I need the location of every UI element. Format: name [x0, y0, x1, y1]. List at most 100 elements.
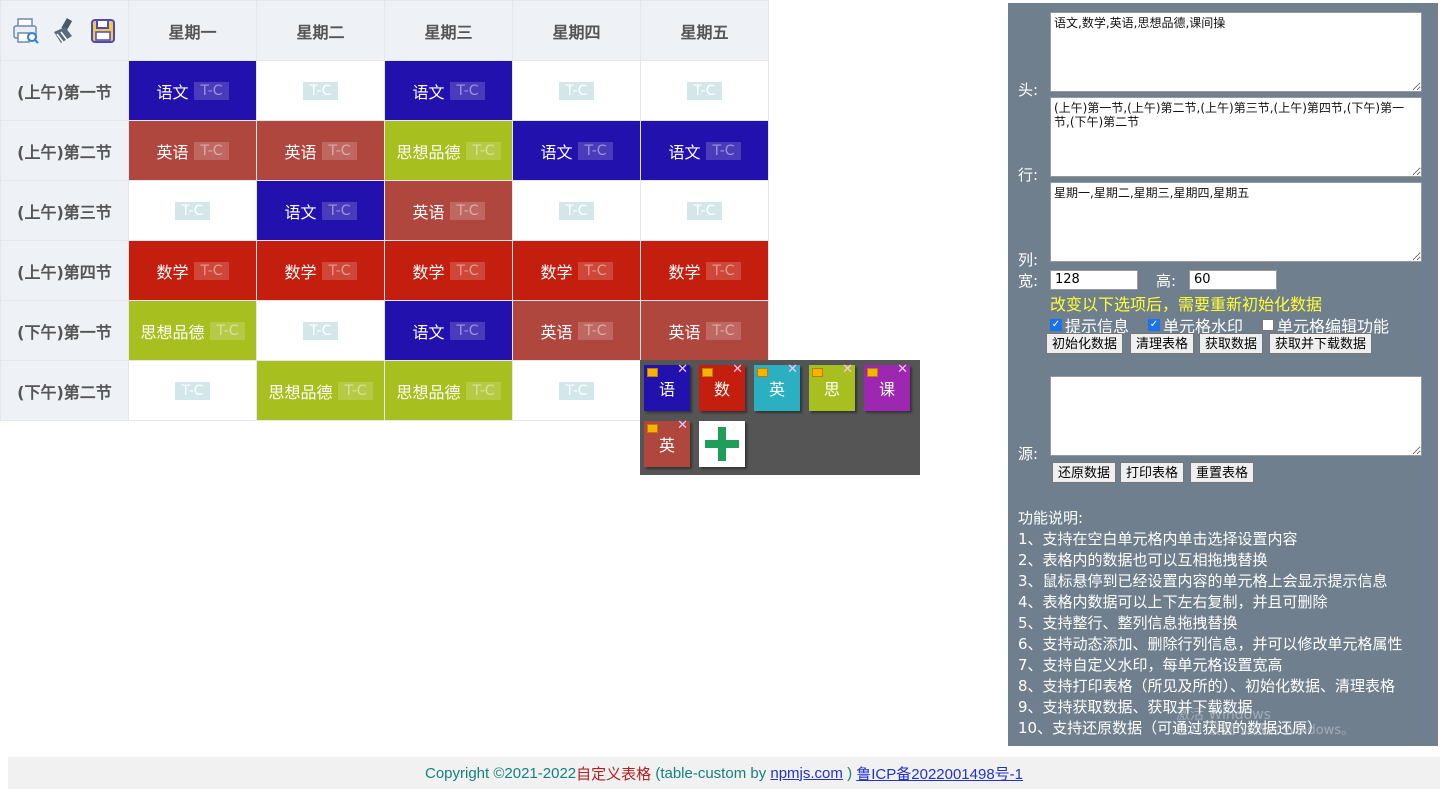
help-title: 功能说明:: [1018, 509, 1084, 527]
timetable-cell[interactable]: 语文 T-C: [640, 120, 769, 181]
clear-broom-icon[interactable]: [49, 16, 79, 46]
palette-chip[interactable]: ✕ 数: [699, 363, 745, 411]
edit-pencil-icon[interactable]: [647, 368, 658, 377]
edit-pencil-icon[interactable]: [757, 368, 768, 377]
cell-watermark: T-C: [450, 81, 485, 100]
cell-subject: 语文: [156, 82, 189, 102]
width-input[interactable]: 128: [1050, 270, 1138, 290]
width-label: 宽:: [1018, 272, 1039, 290]
close-icon[interactable]: ✕: [897, 363, 908, 376]
save-disk-icon[interactable]: [88, 16, 118, 46]
timetable-cell[interactable]: T-C: [512, 360, 641, 421]
timetable-cell[interactable]: 英语 T-C: [256, 120, 385, 181]
col-header[interactable]: 星期二: [256, 0, 385, 61]
cell-edit-checkbox[interactable]: [1262, 319, 1274, 331]
timetable-cell[interactable]: 思想品德 T-C: [128, 300, 257, 361]
get-data-button[interactable]: 获取数据: [1199, 333, 1264, 354]
col-header[interactable]: 星期五: [640, 0, 769, 61]
table-row: (下午)第一节 思想品德 T-C T-C 语文 T-C 英语 T-C 英语 T-C: [0, 300, 769, 361]
timetable-cell[interactable]: T-C: [256, 60, 385, 121]
timetable-cell[interactable]: 数学 T-C: [256, 240, 385, 301]
clear-table-button[interactable]: 清理表格: [1130, 333, 1195, 354]
close-icon[interactable]: ✕: [842, 363, 853, 376]
timetable-cell[interactable]: 数学 T-C: [512, 240, 641, 301]
row-header[interactable]: (上午)第一节: [0, 60, 129, 121]
timetable-cell[interactable]: 语文 T-C: [384, 300, 513, 361]
watermark-checkbox[interactable]: ✓: [1148, 319, 1160, 331]
timetable-cell[interactable]: 思想品德 T-C: [384, 120, 513, 181]
timetable-cell[interactable]: 英语 T-C: [128, 120, 257, 181]
timetable-cell[interactable]: 思想品德 T-C: [384, 360, 513, 421]
init-data-button[interactable]: 初始化数据: [1046, 333, 1124, 354]
row-header[interactable]: (下午)第一节: [0, 300, 129, 361]
timetable-cell[interactable]: 思想品德 T-C: [256, 360, 385, 421]
height-label: 高:: [1156, 272, 1177, 290]
npmjs-link[interactable]: npmjs.com: [770, 765, 843, 782]
timetable-cell[interactable]: T-C: [640, 180, 769, 241]
icp-link[interactable]: 鲁ICP备2022001498号-1: [856, 763, 1023, 784]
row-header[interactable]: (上午)第三节: [0, 180, 129, 241]
row-header[interactable]: (上午)第四节: [0, 240, 129, 301]
palette-chip[interactable]: ✕ 语: [644, 363, 690, 411]
col-header[interactable]: 星期三: [384, 0, 513, 61]
print-table-button[interactable]: 打印表格: [1120, 462, 1185, 483]
edit-pencil-icon[interactable]: [702, 368, 713, 377]
timetable-cell[interactable]: 英语 T-C: [512, 300, 641, 361]
reset-table-button[interactable]: 重置表格: [1190, 462, 1255, 483]
col-header[interactable]: 星期四: [512, 0, 641, 61]
row-header[interactable]: (下午)第二节: [0, 360, 129, 421]
timetable-cell[interactable]: T-C: [128, 360, 257, 421]
close-icon[interactable]: ✕: [732, 363, 743, 376]
plus-icon: [705, 427, 739, 461]
help-item: 6、支持动态添加、删除行列信息，并可以修改单元格属性: [1018, 635, 1403, 653]
palette-chip[interactable]: ✕ 课: [864, 363, 910, 411]
help-item: 4、表格内数据可以上下左右复制，并且可删除: [1018, 593, 1328, 611]
timetable-cell[interactable]: 英语 T-C: [640, 300, 769, 361]
cell-watermark: T-C: [466, 141, 501, 160]
print-preview-icon[interactable]: [11, 16, 41, 46]
get-and-download-button[interactable]: 获取并下载数据: [1269, 333, 1373, 354]
cell-watermark: T-C: [175, 381, 210, 400]
timetable-cell[interactable]: T-C: [512, 180, 641, 241]
timetable-cell[interactable]: T-C: [512, 60, 641, 121]
height-input[interactable]: 60: [1189, 270, 1277, 290]
row-header[interactable]: (上午)第二节: [0, 120, 129, 181]
timetable-cell[interactable]: 数学 T-C: [640, 240, 769, 301]
restore-data-button[interactable]: 还原数据: [1052, 462, 1117, 483]
close-icon[interactable]: ✕: [677, 363, 688, 376]
brand-name: 自定义表格: [576, 765, 652, 783]
help-item: 5、支持整行、整列信息拖拽替换: [1018, 614, 1238, 632]
edit-pencil-icon[interactable]: [812, 368, 823, 377]
cell-subject: 思想品德: [140, 322, 205, 342]
edit-pencil-icon[interactable]: [867, 368, 878, 377]
timetable-cell[interactable]: 语文 T-C: [384, 60, 513, 121]
cell-watermark: T-C: [450, 261, 485, 280]
source-textarea[interactable]: [1050, 376, 1422, 456]
close-icon[interactable]: ✕: [677, 419, 688, 432]
cell-watermark: T-C: [194, 141, 229, 160]
timetable-cell[interactable]: 数学 T-C: [384, 240, 513, 301]
close-icon[interactable]: ✕: [787, 363, 798, 376]
edit-pencil-icon[interactable]: [647, 424, 658, 433]
col-textarea[interactable]: 星期一,星期二,星期三,星期四,星期五: [1050, 182, 1422, 262]
timetable: 星期一 星期二 星期三 星期四 星期五 (上午)第一节 语文 T-C T-C 语文 T-C…: [0, 0, 769, 421]
add-subject-button[interactable]: [699, 421, 745, 467]
timetable-cell[interactable]: T-C: [128, 180, 257, 241]
timetable-cell[interactable]: 语文 T-C: [512, 120, 641, 181]
timetable-cell[interactable]: 英语 T-C: [384, 180, 513, 241]
cell-subject: 数学: [156, 262, 189, 282]
cell-subject: 英语: [156, 142, 189, 162]
head-textarea[interactable]: 语文,数学,英语,思想品德,课间操: [1050, 12, 1422, 92]
palette-chip[interactable]: ✕ 英: [754, 363, 800, 411]
cell-subject: 英语: [540, 322, 573, 342]
tooltip-checkbox[interactable]: ✓: [1050, 319, 1062, 331]
timetable-cell[interactable]: 语文 T-C: [256, 180, 385, 241]
timetable-cell[interactable]: 语文 T-C: [128, 60, 257, 121]
row-textarea[interactable]: (上午)第一节,(上午)第二节,(上午)第三节,(上午)第四节,(下午)第一节,…: [1050, 97, 1422, 177]
palette-chip[interactable]: ✕ 思: [809, 363, 855, 411]
palette-chip[interactable]: ✕ 英: [644, 419, 690, 467]
timetable-cell[interactable]: T-C: [640, 60, 769, 121]
timetable-cell[interactable]: T-C: [256, 300, 385, 361]
col-header[interactable]: 星期一: [128, 0, 257, 61]
timetable-cell[interactable]: 数学 T-C: [128, 240, 257, 301]
